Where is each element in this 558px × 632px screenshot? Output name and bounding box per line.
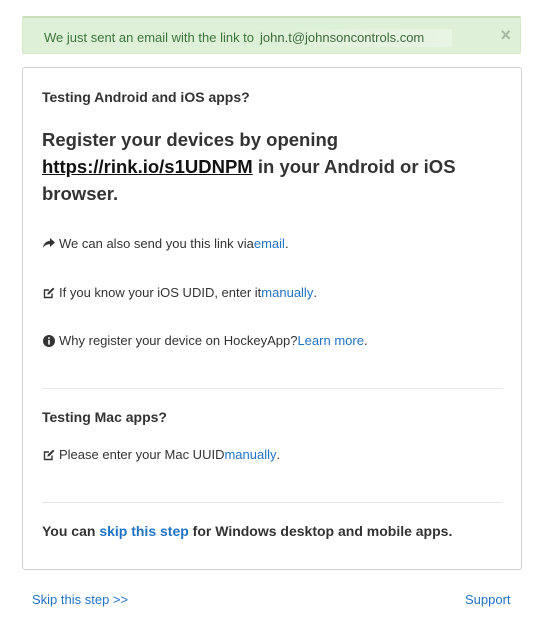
alert-message-text: We just sent an email with the link to — [44, 30, 255, 45]
skip-this-step-inline-link[interactable]: skip this step — [99, 523, 188, 539]
mac-uuid-text: Please enter your Mac UUID — [59, 447, 225, 462]
close-icon[interactable]: × — [500, 26, 511, 44]
send-link-period: . — [284, 236, 289, 251]
divider — [42, 388, 503, 389]
why-register-period: . — [363, 333, 368, 348]
mobile-heading: Testing Android and iOS apps? — [42, 89, 250, 105]
send-link-text: We can also send you this link via — [59, 236, 254, 251]
alert-message: We just sent an email with the link to jo… — [44, 29, 453, 47]
device-registration-link[interactable]: https://rink.io/s1UDNPM — [42, 156, 253, 177]
email-sent-alert: We just sent an email with the link to jo… — [22, 16, 521, 54]
send-link-row: We can also send you this link via email… — [42, 236, 289, 251]
register-devices-panel: Testing Android and iOS apps? Register y… — [22, 67, 522, 570]
udid-row: If you know your iOS UDID, enter it manu… — [42, 285, 317, 300]
register-instructions: Register your devices by opening https://… — [42, 126, 502, 207]
mac-heading: Testing Mac apps? — [42, 409, 167, 425]
info-circle-icon — [42, 334, 55, 347]
support-link[interactable]: Support — [465, 592, 511, 607]
udid-period: . — [313, 285, 317, 300]
divider — [42, 502, 503, 503]
alert-email: john.t@johnsoncontrols.com — [257, 29, 453, 47]
windows-prefix: You can — [42, 523, 100, 539]
learn-more-link[interactable]: Learn more — [297, 333, 363, 348]
why-register-row: Why register your device on HockeyApp? L… — [42, 333, 368, 348]
skip-step-button[interactable]: Skip this step >> — [32, 592, 128, 607]
udid-text: If you know your iOS UDID, enter it — [59, 285, 262, 300]
windows-skip-line: You can skip this step for Windows deskt… — [42, 523, 452, 539]
mac-uuid-row: Please enter your Mac UUID manually. — [42, 447, 280, 462]
edit-icon — [42, 286, 55, 299]
why-register-text: Why register your device on HockeyApp? — [59, 333, 298, 348]
edit-icon — [42, 448, 55, 461]
share-arrow-icon — [42, 237, 55, 250]
udid-manual-link[interactable]: manually — [261, 285, 313, 300]
mac-uuid-manual-link[interactable]: manually — [224, 447, 276, 462]
email-link[interactable]: email — [254, 236, 285, 251]
windows-suffix: for Windows desktop and mobile apps. — [188, 523, 453, 539]
mac-uuid-period: . — [276, 447, 281, 462]
register-instructions-prefix: Register your devices by opening — [42, 129, 339, 150]
